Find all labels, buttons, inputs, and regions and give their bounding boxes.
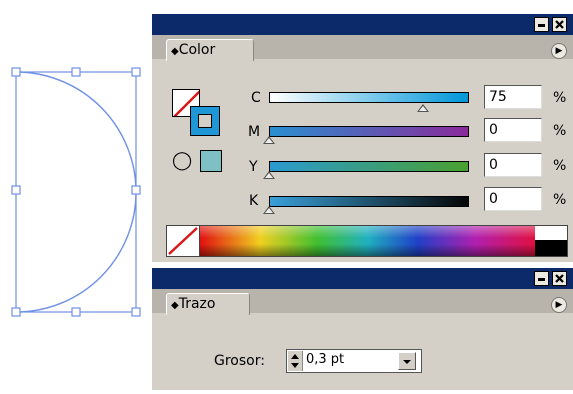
bounding-box xyxy=(15,71,137,313)
black-value-field[interactable]: 0 xyxy=(484,187,542,211)
cyan-value-field[interactable]: 75 xyxy=(484,85,542,109)
spinner-icon[interactable] xyxy=(288,351,303,371)
black-slider[interactable] xyxy=(269,196,469,207)
channel-k-label: K xyxy=(249,193,259,209)
magenta-slider[interactable] xyxy=(269,126,469,137)
weight-combobox[interactable]: 0,3 pt xyxy=(286,349,422,373)
handle-top-right xyxy=(131,67,141,77)
tab-trazo[interactable]: ◆Trazo xyxy=(166,293,250,315)
dropdown-arrow-icon[interactable] xyxy=(398,352,416,370)
close-icon[interactable] xyxy=(552,271,567,286)
document-canvas[interactable] xyxy=(0,0,152,390)
channel-c-label: C xyxy=(251,90,261,106)
magenta-slider-thumb[interactable] xyxy=(263,136,275,144)
tab-grip-icon: ◆ xyxy=(171,300,179,311)
tab-color[interactable]: ◆Color xyxy=(166,39,254,61)
cyan-unit: % xyxy=(553,90,567,106)
close-icon[interactable] xyxy=(552,17,567,32)
black-unit: % xyxy=(553,192,567,208)
swap-none-icon[interactable] xyxy=(167,226,200,256)
handle-bottom-center xyxy=(71,307,81,317)
yellow-unit: % xyxy=(553,158,567,174)
channel-m-label: M xyxy=(248,124,261,140)
color-panel-titlebar[interactable] xyxy=(152,14,573,35)
handle-top-left xyxy=(11,67,21,77)
black-slider-thumb[interactable] xyxy=(263,206,275,214)
stroke-panel: ◆Trazo ▶ Grosor: 0,3 pt xyxy=(152,268,573,390)
cube-icon[interactable]: ◯ xyxy=(172,152,192,170)
handle-bottom-left xyxy=(11,307,21,317)
panel-menu-icon[interactable]: ▶ xyxy=(551,297,567,313)
handle-middle-left xyxy=(11,185,21,195)
color-panel: ◆Color ▶ ◯ C 75 % M 0 % Y 0 % K 0 % xyxy=(152,14,573,262)
channel-y-label: Y xyxy=(249,159,258,175)
handle-top-center xyxy=(71,67,81,77)
magenta-value-field[interactable]: 0 xyxy=(484,118,542,142)
weight-label: Grosor: xyxy=(214,353,265,369)
selected-shape[interactable] xyxy=(0,0,152,390)
panel-menu-icon[interactable]: ▶ xyxy=(551,43,567,59)
minimize-icon[interactable] xyxy=(534,271,549,286)
yellow-slider[interactable] xyxy=(269,161,469,172)
tab-color-label: Color xyxy=(178,42,216,58)
yellow-slider-thumb[interactable] xyxy=(263,171,275,179)
magenta-unit: % xyxy=(553,123,567,139)
handle-middle-right xyxy=(131,185,141,195)
color-spectrum-bar[interactable] xyxy=(166,225,568,257)
stroke-panel-titlebar[interactable] xyxy=(152,268,573,289)
minimize-icon[interactable] xyxy=(534,17,549,32)
yellow-value-field[interactable]: 0 xyxy=(484,153,542,177)
handle-bottom-right xyxy=(131,307,141,317)
cyan-slider[interactable] xyxy=(269,92,469,103)
tab-grip-icon: ◆ xyxy=(171,46,179,57)
tab-trazo-label: Trazo xyxy=(178,296,216,312)
last-color-swatch[interactable] xyxy=(200,150,222,172)
stroke-swatch[interactable] xyxy=(190,106,220,136)
weight-value[interactable]: 0,3 pt xyxy=(306,352,344,367)
cyan-slider-thumb[interactable] xyxy=(417,104,429,112)
